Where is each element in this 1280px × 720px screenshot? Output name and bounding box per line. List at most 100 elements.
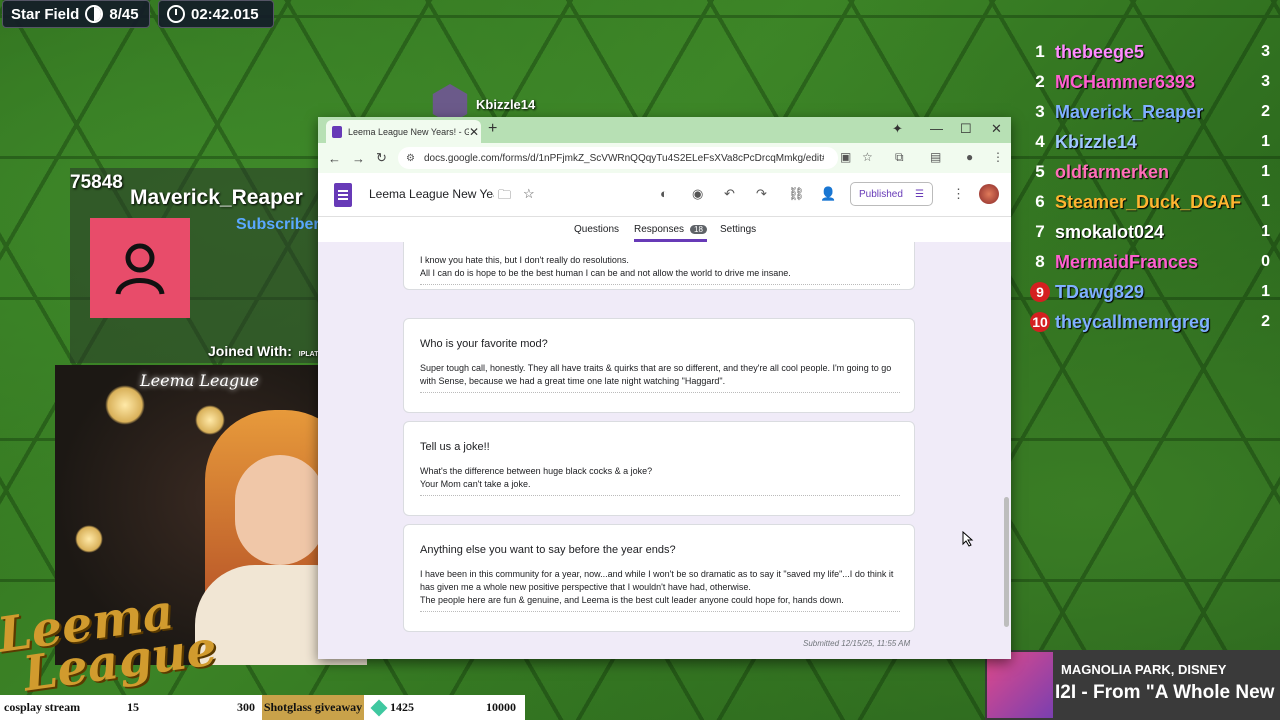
leaderboard-row: 2 MCHammer6393 3 (1030, 67, 1270, 97)
leaderboard-score: 0 (1261, 253, 1270, 270)
progress-circle-icon (85, 5, 104, 23)
player-name: Kbizzle14 (476, 96, 536, 112)
response-answer: I have been in this community for a year… (420, 568, 900, 612)
leaderboard-name: MCHammer6393 (1055, 71, 1196, 92)
light-decoration (195, 405, 225, 435)
close-window-icon[interactable]: ✕ (991, 121, 1002, 137)
album-art (987, 652, 1053, 718)
music-location: MAGNOLIA PARK, DISNEY (1061, 662, 1227, 677)
response-answer: Super tough call, honestly. They all hav… (420, 362, 900, 393)
leaderboard-score: 2 (1261, 313, 1270, 330)
leaderboard-score: 1 (1261, 163, 1270, 180)
response-question: Who is your favorite mod? (420, 338, 548, 350)
goal-value: 15 (127, 700, 139, 714)
menu-dots-icon[interactable]: ⋮ (992, 150, 1004, 164)
scrollbar-thumb[interactable] (1004, 497, 1009, 627)
gem-count: 1425 (390, 700, 414, 714)
address-bar-row: ← → ↻ ⚙ docs.google.com/forms/d/1nPFjmkZ… (318, 143, 1011, 173)
goal-label: cosplay stream (4, 700, 81, 714)
tab-strip: Leema League New Years! - Go ✕ + ✦ — ☐ ✕ (318, 117, 1011, 143)
preview-eye-icon[interactable]: ◉ (692, 186, 703, 202)
tab-responses[interactable]: Responses 18 (634, 224, 707, 242)
forms-icon (332, 125, 342, 138)
leaderboard-name: smokalot024 (1055, 221, 1165, 242)
leaderboard-rank: 1 (1035, 42, 1045, 61)
form-title[interactable]: Leema League New Years! (369, 187, 494, 201)
leaderboard-rank: 7 (1035, 222, 1045, 241)
address-bar[interactable]: ⚙ docs.google.com/forms/d/1nPFjmkZ_ScVWR… (398, 147, 838, 169)
submitted-timestamp: Submitted 12/15/25, 11:55 AM (803, 639, 911, 648)
neon-sign: Leema League (140, 371, 260, 390)
leaderboard-rank: 3 (1035, 102, 1045, 121)
tab-questions[interactable]: Questions (574, 224, 619, 235)
reload-icon[interactable]: ↻ (376, 150, 390, 166)
response-card: Who is your favorite mod? Super tough ca… (403, 318, 915, 413)
leaderboard-row: 9 TDawg829 1 (1030, 277, 1270, 307)
goal-target: 300 (237, 700, 255, 714)
form-header: Leema League New Years! 🗀 ☆ ◐ ◉ ↶ ↷ ⛓ 👤 … (318, 173, 1011, 217)
tab-responses-label: Responses (634, 224, 685, 235)
song-title: I2I - From "A Whole New (1055, 682, 1275, 703)
response-card: I know you hate this, but I don't really… (403, 242, 915, 290)
leaderboard-name: Steamer_Duck_DGAF (1055, 191, 1242, 212)
site-info-icon[interactable]: ⚙ (406, 153, 418, 164)
profile-icon[interactable]: ● (966, 150, 973, 164)
subscriber-type: Subscriber (236, 216, 320, 233)
form-tabs: Questions Responses 18 Settings (318, 217, 1011, 243)
light-decoration (105, 385, 145, 425)
redo-icon[interactable]: ↷ (756, 186, 767, 202)
game-progress: 8/45 (109, 5, 139, 23)
leaderboard-name: Kbizzle14 (1055, 131, 1138, 152)
leaderboard-score: 3 (1261, 73, 1270, 90)
account-avatar[interactable] (979, 184, 999, 204)
add-collaborator-icon[interactable]: 👤 (820, 186, 836, 202)
google-forms-icon[interactable] (334, 183, 352, 207)
leaderboard-rank: 8 (1035, 252, 1045, 271)
bookmark-star-icon[interactable]: ☆ (862, 150, 873, 164)
leaderboard-rank: 5 (1035, 162, 1045, 181)
leaderboard-row: 4 Kbizzle14 1 (1030, 127, 1270, 157)
palette-icon[interactable]: ◐ (660, 186, 668, 201)
star-icon[interactable]: ☆ (523, 186, 535, 202)
leaderboard-rank: 4 (1035, 132, 1045, 151)
leaderboard-name: theycallmemrgreg (1055, 311, 1211, 332)
extensions-icon[interactable]: ⧉ (895, 150, 904, 165)
leaderboard-score: 3 (1261, 43, 1270, 60)
leaderboard-name: Maverick_Reaper (1055, 101, 1204, 122)
sidepanel-icon[interactable]: ▤ (930, 150, 941, 164)
browser-tab[interactable]: Leema League New Years! - Go ✕ (326, 120, 481, 143)
joined-tag: IPLAT (298, 351, 319, 358)
clock-icon (167, 5, 185, 23)
response-question: Anything else you want to say before the… (420, 544, 676, 556)
timer-hud: 02:42.015 (158, 0, 274, 28)
responses-panel: I know you hate this, but I don't really… (318, 242, 1011, 659)
tab-title: Leema League New Years! - Go (348, 126, 469, 137)
leaderboard-row: 5 oldfarmerken 1 (1030, 157, 1270, 187)
tab-settings[interactable]: Settings (720, 224, 756, 235)
screenshot-icon[interactable]: ▣ (840, 150, 851, 164)
subscriber-name: Maverick_Reaper (130, 186, 303, 209)
new-tab-icon[interactable]: + (488, 120, 497, 138)
gemini-icon[interactable]: ✦ (892, 121, 903, 137)
forward-icon[interactable]: → (352, 151, 366, 166)
joined-with: Joined With: IPLAT (208, 343, 318, 359)
response-question: Tell us a joke!! (420, 441, 490, 453)
timer-value: 02:42.015 (191, 5, 259, 23)
leaderboard-name: MermaidFrances (1055, 251, 1199, 272)
undo-icon[interactable]: ↶ (724, 186, 735, 202)
back-icon[interactable]: ← (328, 151, 342, 166)
leaderboard-name: TDawg829 (1055, 281, 1145, 302)
response-answer: What's the difference between huge black… (420, 465, 900, 496)
link-icon[interactable]: ⛓ (788, 186, 805, 202)
minimize-icon[interactable]: — (930, 121, 943, 136)
browser-window: Leema League New Years! - Go ✕ + ✦ — ☐ ✕… (318, 117, 1011, 659)
folder-icon[interactable]: 🗀 (498, 186, 511, 208)
sliders-icon: ☰ (915, 188, 924, 200)
published-button[interactable]: Published ☰ (850, 182, 933, 206)
leaderboard-row: 6 Steamer_Duck_DGAF 1 (1030, 187, 1270, 217)
responses-count-badge: 18 (690, 225, 707, 234)
maximize-icon[interactable]: ☐ (960, 121, 972, 137)
close-tab-icon[interactable]: ✕ (469, 125, 481, 139)
more-options-icon[interactable]: ⋮ (952, 186, 965, 202)
leaderboard-row: 7 smokalot024 1 (1030, 217, 1270, 247)
